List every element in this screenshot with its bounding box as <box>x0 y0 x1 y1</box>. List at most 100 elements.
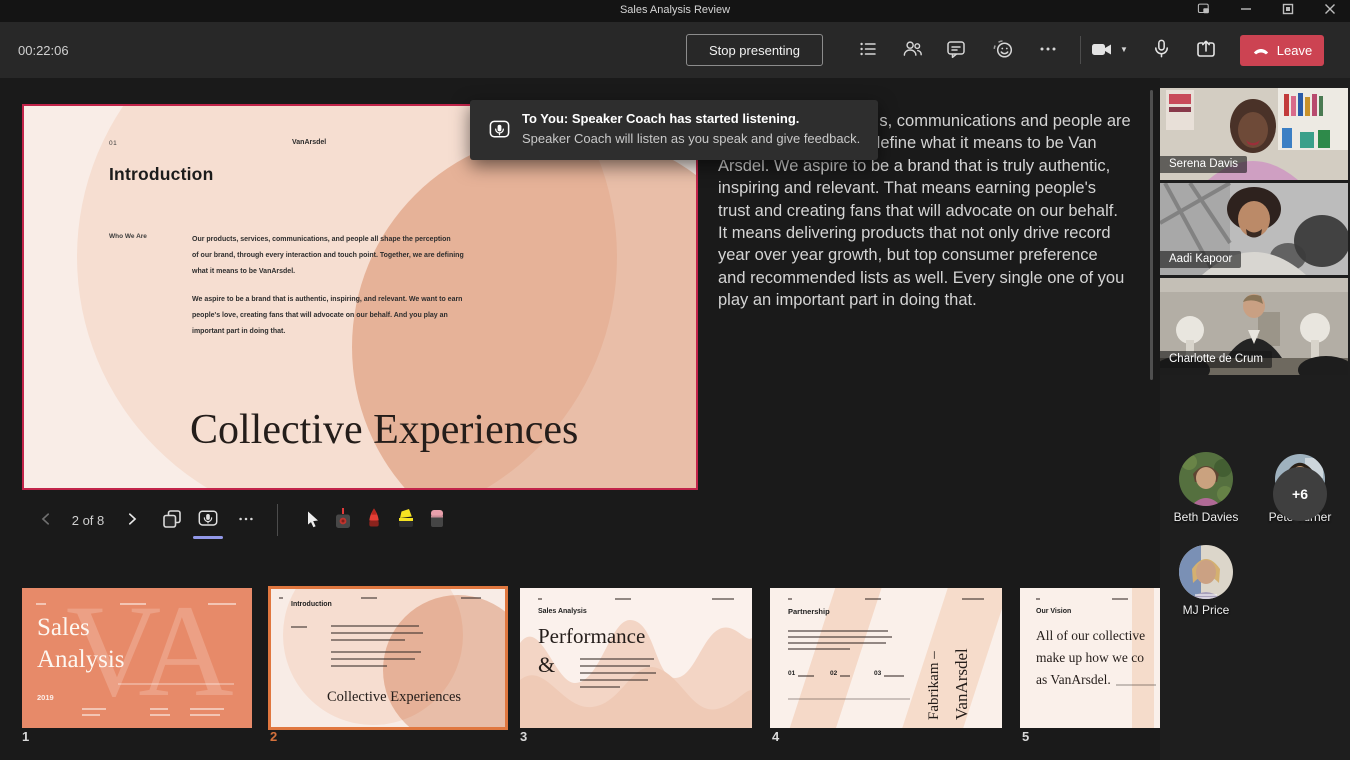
avatar-photo <box>1179 452 1233 506</box>
thumbnail-number: 2 <box>270 729 277 744</box>
share-screen-icon <box>1195 38 1217 63</box>
participant-name-label: MJ Price <box>1151 603 1261 617</box>
thumbnail-slide-3[interactable]: Sales Analysis Performance & <box>520 588 752 728</box>
slide-page-number: 01 <box>109 140 117 147</box>
meeting-timer: 00:22:06 <box>18 43 69 58</box>
avatar-mj[interactable] <box>1179 545 1233 599</box>
thumb-title-line: Sales <box>37 614 90 642</box>
notes-line: year over year growth, but top consumer … <box>718 244 1148 266</box>
close-button[interactable] <box>1312 0 1348 22</box>
eraser-icon <box>427 507 447 533</box>
video-tile-charlotte[interactable]: Charlotte de Crum <box>1160 278 1348 375</box>
thumbnail-number: 3 <box>520 729 527 744</box>
thumb-side-text: Fabrikam – <box>926 596 952 720</box>
previous-slide-button[interactable] <box>32 506 60 534</box>
notes-line: and recommended lists as well. Every sin… <box>718 267 1148 289</box>
thumb-title: Collective Experiences <box>327 689 461 706</box>
slide-kicker: Who We Are <box>109 233 147 240</box>
window-title: Sales Analysis Review <box>0 4 1350 16</box>
highlighter-icon <box>396 507 416 533</box>
thumb-year: 2019 <box>37 693 54 702</box>
thumbnail-slide-1[interactable]: VA Sales Analysis 2019 <box>22 588 252 728</box>
stop-presenting-button[interactable]: Stop presenting <box>686 34 823 66</box>
camera-button[interactable] <box>1086 35 1118 65</box>
thumb-line: as VanArsdel. <box>1036 672 1111 688</box>
slide-body-line: what it means to be VanArsdel. <box>192 264 295 280</box>
notes-line: play an important part in doing that. <box>718 289 1148 311</box>
thumbnail-slide-2-selected[interactable]: Introduction Collective Experiences <box>268 586 508 730</box>
thumb-heading: Introduction <box>291 601 332 608</box>
presented-slide[interactable]: 01 VanArsdel Introduction Who We Are Our… <box>22 104 698 490</box>
popout-icon <box>1197 2 1211 21</box>
slide-body-line: Our products, services, communications, … <box>192 232 451 248</box>
chevron-left-icon <box>38 511 54 530</box>
thumb-ampersand: & <box>538 652 555 678</box>
avatar-photo <box>1179 545 1233 599</box>
toast-title: To You: Speaker Coach has started listen… <box>522 111 799 126</box>
camera-dropdown-caret[interactable]: ▼ <box>1120 45 1128 54</box>
hangup-icon <box>1252 43 1270 58</box>
thumb-heading: Our Vision <box>1036 608 1071 615</box>
leave-label: Leave <box>1277 43 1312 58</box>
highlighter-tool[interactable] <box>392 506 420 534</box>
thumbnail-number: 4 <box>772 729 779 744</box>
video-tile-aadi[interactable]: Aadi Kapoor <box>1160 183 1348 275</box>
more-icon <box>237 510 255 531</box>
more-icon <box>1038 39 1058 62</box>
minimize-button[interactable] <box>1228 0 1264 22</box>
video-tile-serena[interactable]: Serena Davis <box>1160 88 1348 180</box>
slide-body-line: of our brand, through every interaction … <box>192 248 464 264</box>
mic-button[interactable] <box>1145 35 1177 65</box>
more-presenter-options-button[interactable] <box>232 506 260 534</box>
people-icon <box>902 38 923 62</box>
minimize-icon <box>1240 2 1252 20</box>
leave-button[interactable]: Leave <box>1240 35 1324 66</box>
red-pen-icon <box>364 507 384 533</box>
maximize-icon <box>1282 2 1294 20</box>
reactions-icon <box>992 38 1014 63</box>
notes-line: trust and creating fans that will advoca… <box>718 200 1148 222</box>
thumb-kicker: Sales Analysis <box>538 608 587 615</box>
notes-line: It means delivering products that not on… <box>718 222 1148 244</box>
slide-body-line: We aspire to be a brand that is authenti… <box>192 292 462 308</box>
participant-name-label: Aadi Kapoor <box>1160 251 1241 268</box>
popout-button[interactable] <box>1186 0 1222 22</box>
participant-name-label: Serena Davis <box>1160 156 1247 173</box>
slide-grid-icon <box>161 508 183 533</box>
slide-grid-button[interactable] <box>158 506 186 534</box>
next-slide-button[interactable] <box>118 506 146 534</box>
notes-scrollbar[interactable] <box>1150 90 1153 380</box>
speaker-coach-icon <box>488 119 511 147</box>
thumb-title-line: Analysis <box>37 646 125 674</box>
speaker-coach-toggle[interactable] <box>194 506 222 534</box>
title-bar: Sales Analysis Review <box>0 0 1350 22</box>
slide-brand-logo: VanArsdel <box>292 139 326 146</box>
participant-name-label: Charlotte de Crum <box>1160 351 1272 368</box>
thumb-heading: Partnership <box>788 607 830 616</box>
eraser-tool[interactable] <box>423 506 451 534</box>
more-options-button[interactable] <box>1032 35 1064 65</box>
pen-tool[interactable] <box>360 506 388 534</box>
laser-pointer-tool[interactable] <box>329 506 357 534</box>
toolbar-divider <box>1080 36 1081 64</box>
thumb-title: Performance <box>538 624 645 649</box>
agenda-button[interactable] <box>852 35 884 65</box>
laser-pointer-icon <box>333 507 353 533</box>
close-icon <box>1324 2 1336 20</box>
pointer-tool[interactable] <box>298 506 326 534</box>
thumb-item: 01 <box>788 670 795 677</box>
reactions-button[interactable] <box>987 35 1019 65</box>
maximize-button[interactable] <box>1270 0 1306 22</box>
speaker-coach-toast[interactable]: To You: Speaker Coach has started listen… <box>470 100 878 160</box>
slide-position-label: 2 of 8 <box>64 513 112 528</box>
avatar-beth[interactable] <box>1179 452 1233 506</box>
chat-button[interactable] <box>940 35 972 65</box>
people-button[interactable] <box>896 35 928 65</box>
thumb-line: make up how we co <box>1036 650 1144 666</box>
overflow-participants-chip[interactable]: +6 <box>1273 467 1327 521</box>
thumbnail-slide-5[interactable]: Our Vision All of our collective make up… <box>1020 588 1160 728</box>
thumbnail-slide-4[interactable]: Partnership 01 02 03 Fabrikam – VanArsde… <box>770 588 1002 728</box>
thumbnail-number: 1 <box>22 729 29 744</box>
chat-icon <box>946 39 966 62</box>
share-button[interactable] <box>1190 35 1222 65</box>
